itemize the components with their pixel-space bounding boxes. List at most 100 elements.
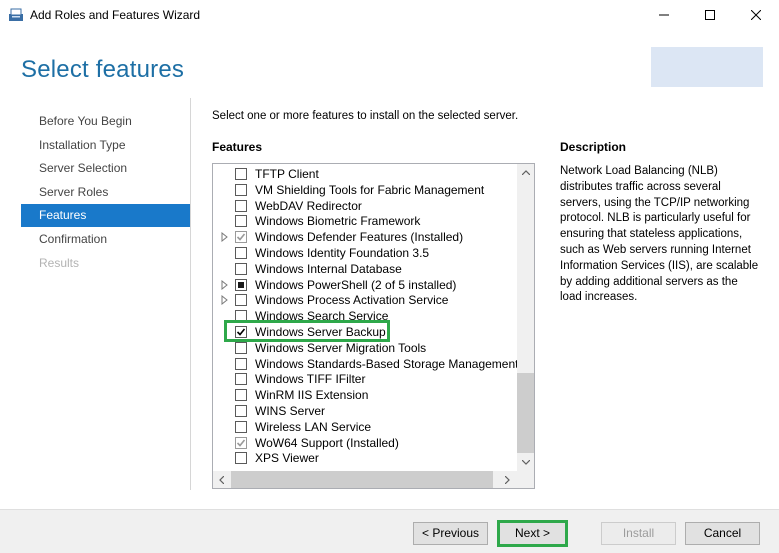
feature-checkbox[interactable]: [235, 389, 247, 402]
feature-checkbox[interactable]: [235, 357, 247, 370]
feature-label: Windows Identity Foundation 3.5: [255, 246, 430, 260]
maximize-icon: [705, 10, 715, 20]
feature-label: VM Shielding Tools for Fabric Management: [255, 182, 485, 197]
server-manager-icon: [9, 8, 23, 21]
wizard-nav: Before You Begin Installation Type Serve…: [0, 98, 191, 490]
feature-label: WebDAV Redirector: [255, 198, 362, 213]
feature-checkbox: [235, 436, 247, 449]
feature-row[interactable]: Windows Biometric Framework: [213, 213, 518, 229]
feature-checkbox[interactable]: [235, 294, 247, 307]
destination-server-box: [651, 47, 763, 87]
checkmark-icon: [236, 439, 246, 447]
feature-row[interactable]: VM Shielding Tools for Fabric Management: [213, 182, 518, 198]
instruction-text: Select one or more features to install o…: [212, 110, 519, 122]
feature-label: Windows Standards-Based Storage Manageme…: [255, 356, 519, 371]
feature-label: WINS Server: [255, 404, 326, 418]
feature-label: Windows Process Activation Service: [255, 293, 449, 308]
feature-row[interactable]: Windows Identity Foundation 3.5: [213, 245, 518, 261]
close-icon: [751, 10, 761, 20]
feature-label: Windows TIFF IFilter: [255, 372, 366, 387]
minimize-button[interactable]: [641, 0, 687, 30]
feature-label: Windows Server Migration Tools: [255, 340, 427, 355]
checkmark-icon: [236, 233, 246, 241]
expand-arrow-icon[interactable]: [220, 232, 230, 243]
vertical-scrollbar[interactable]: [517, 164, 534, 471]
horizontal-scrollbar[interactable]: [213, 471, 517, 488]
feature-label: WoW64 Support (Installed): [255, 435, 399, 450]
feature-checkbox[interactable]: [235, 183, 247, 196]
feature-label: Windows PowerShell (2 of 5 installed): [255, 277, 457, 292]
feature-label: Windows Biometric Framework: [255, 214, 421, 229]
feature-label: XPS Viewer: [255, 451, 319, 466]
expand-arrow-icon[interactable]: [220, 295, 230, 306]
feature-checkbox[interactable]: [235, 199, 247, 212]
expand-arrow-icon[interactable]: [220, 279, 230, 290]
feature-row[interactable]: TFTP Client: [213, 166, 518, 182]
highlight-annotation-windows-server-backup: [224, 320, 390, 342]
feature-row[interactable]: WebDAV Redirector: [213, 198, 518, 214]
partial-check-icon: [238, 281, 244, 288]
title-bar: Add Roles and Features Wizard: [0, 0, 779, 30]
feature-row[interactable]: Windows Standards-Based Storage Manageme…: [213, 356, 518, 372]
feature-checkbox[interactable]: [235, 405, 247, 417]
feature-label: Windows Internal Database: [255, 261, 402, 276]
feature-row[interactable]: Windows TIFF IFilter: [213, 371, 518, 387]
feature-checkbox[interactable]: [235, 341, 247, 354]
feature-row[interactable]: XPS Viewer: [213, 450, 518, 466]
feature-checkbox[interactable]: [235, 168, 247, 180]
feature-label: Wireless LAN Service: [255, 419, 372, 434]
horizontal-scroll-thumb[interactable]: [231, 471, 493, 488]
feature-label: Windows Defender Features (Installed): [255, 230, 464, 245]
feature-checkbox[interactable]: [235, 373, 247, 386]
install-button: Install: [601, 522, 676, 545]
wizard-footer: < Previous Next > Install Cancel: [0, 509, 779, 553]
page-title: Select features: [21, 56, 185, 83]
minimize-icon: [659, 14, 669, 16]
feature-checkbox[interactable]: [235, 215, 247, 228]
previous-button[interactable]: < Previous: [413, 522, 488, 545]
feature-checkbox[interactable]: [235, 247, 247, 259]
nav-item-server-selection[interactable]: Server Selection: [21, 157, 190, 180]
window-title: Add Roles and Features Wizard: [30, 8, 201, 22]
feature-row[interactable]: WINS Server: [213, 403, 518, 419]
feature-row[interactable]: Windows Defender Features (Installed): [213, 229, 518, 245]
nav-item-installation-type[interactable]: Installation Type: [21, 134, 190, 157]
chevron-right-icon: [505, 475, 510, 484]
features-heading: Features: [212, 140, 263, 154]
feature-row[interactable]: Windows Process Activation Service: [213, 292, 518, 308]
feature-checkbox[interactable]: [235, 278, 247, 291]
nav-item-server-roles[interactable]: Server Roles: [21, 181, 190, 204]
close-button[interactable]: [733, 0, 779, 30]
feature-row[interactable]: WoW64 Support (Installed): [213, 435, 518, 451]
scroll-left-arrow[interactable]: [213, 471, 230, 488]
wizard-header: Select features: [0, 30, 779, 98]
feature-checkbox[interactable]: [235, 262, 247, 275]
feature-checkbox[interactable]: [235, 420, 247, 433]
description-text: Network Load Balancing (NLB) distributes…: [560, 165, 759, 304]
scroll-corner: [517, 471, 534, 488]
feature-row[interactable]: Windows Server Migration Tools: [213, 340, 518, 356]
feature-label: TFTP Client: [255, 167, 319, 181]
feature-row[interactable]: Windows Internal Database: [213, 261, 518, 277]
scroll-right-arrow[interactable]: [499, 471, 516, 488]
nav-item-features[interactable]: Features: [21, 204, 190, 227]
scroll-up-arrow[interactable]: [517, 164, 534, 181]
next-button[interactable]: Next >: [497, 520, 568, 547]
feature-label: WinRM IIS Extension: [255, 388, 369, 403]
description-heading: Description: [560, 140, 627, 154]
maximize-button[interactable]: [687, 0, 733, 30]
chevron-up-icon: [521, 170, 530, 175]
nav-item-before-you-begin[interactable]: Before You Begin: [21, 110, 190, 133]
nav-item-confirmation[interactable]: Confirmation: [21, 228, 190, 251]
feature-row[interactable]: WinRM IIS Extension: [213, 387, 518, 403]
feature-checkbox: [235, 231, 247, 244]
chevron-down-icon: [521, 460, 530, 465]
feature-row[interactable]: Wireless LAN Service: [213, 419, 518, 435]
scroll-down-arrow[interactable]: [517, 454, 534, 471]
feature-row[interactable]: Windows PowerShell (2 of 5 installed): [213, 277, 518, 293]
vertical-scroll-thumb[interactable]: [517, 373, 534, 453]
cancel-button[interactable]: Cancel: [685, 522, 760, 545]
feature-checkbox[interactable]: [235, 452, 247, 465]
chevron-left-icon: [219, 475, 224, 484]
nav-item-results: Results: [39, 256, 80, 270]
